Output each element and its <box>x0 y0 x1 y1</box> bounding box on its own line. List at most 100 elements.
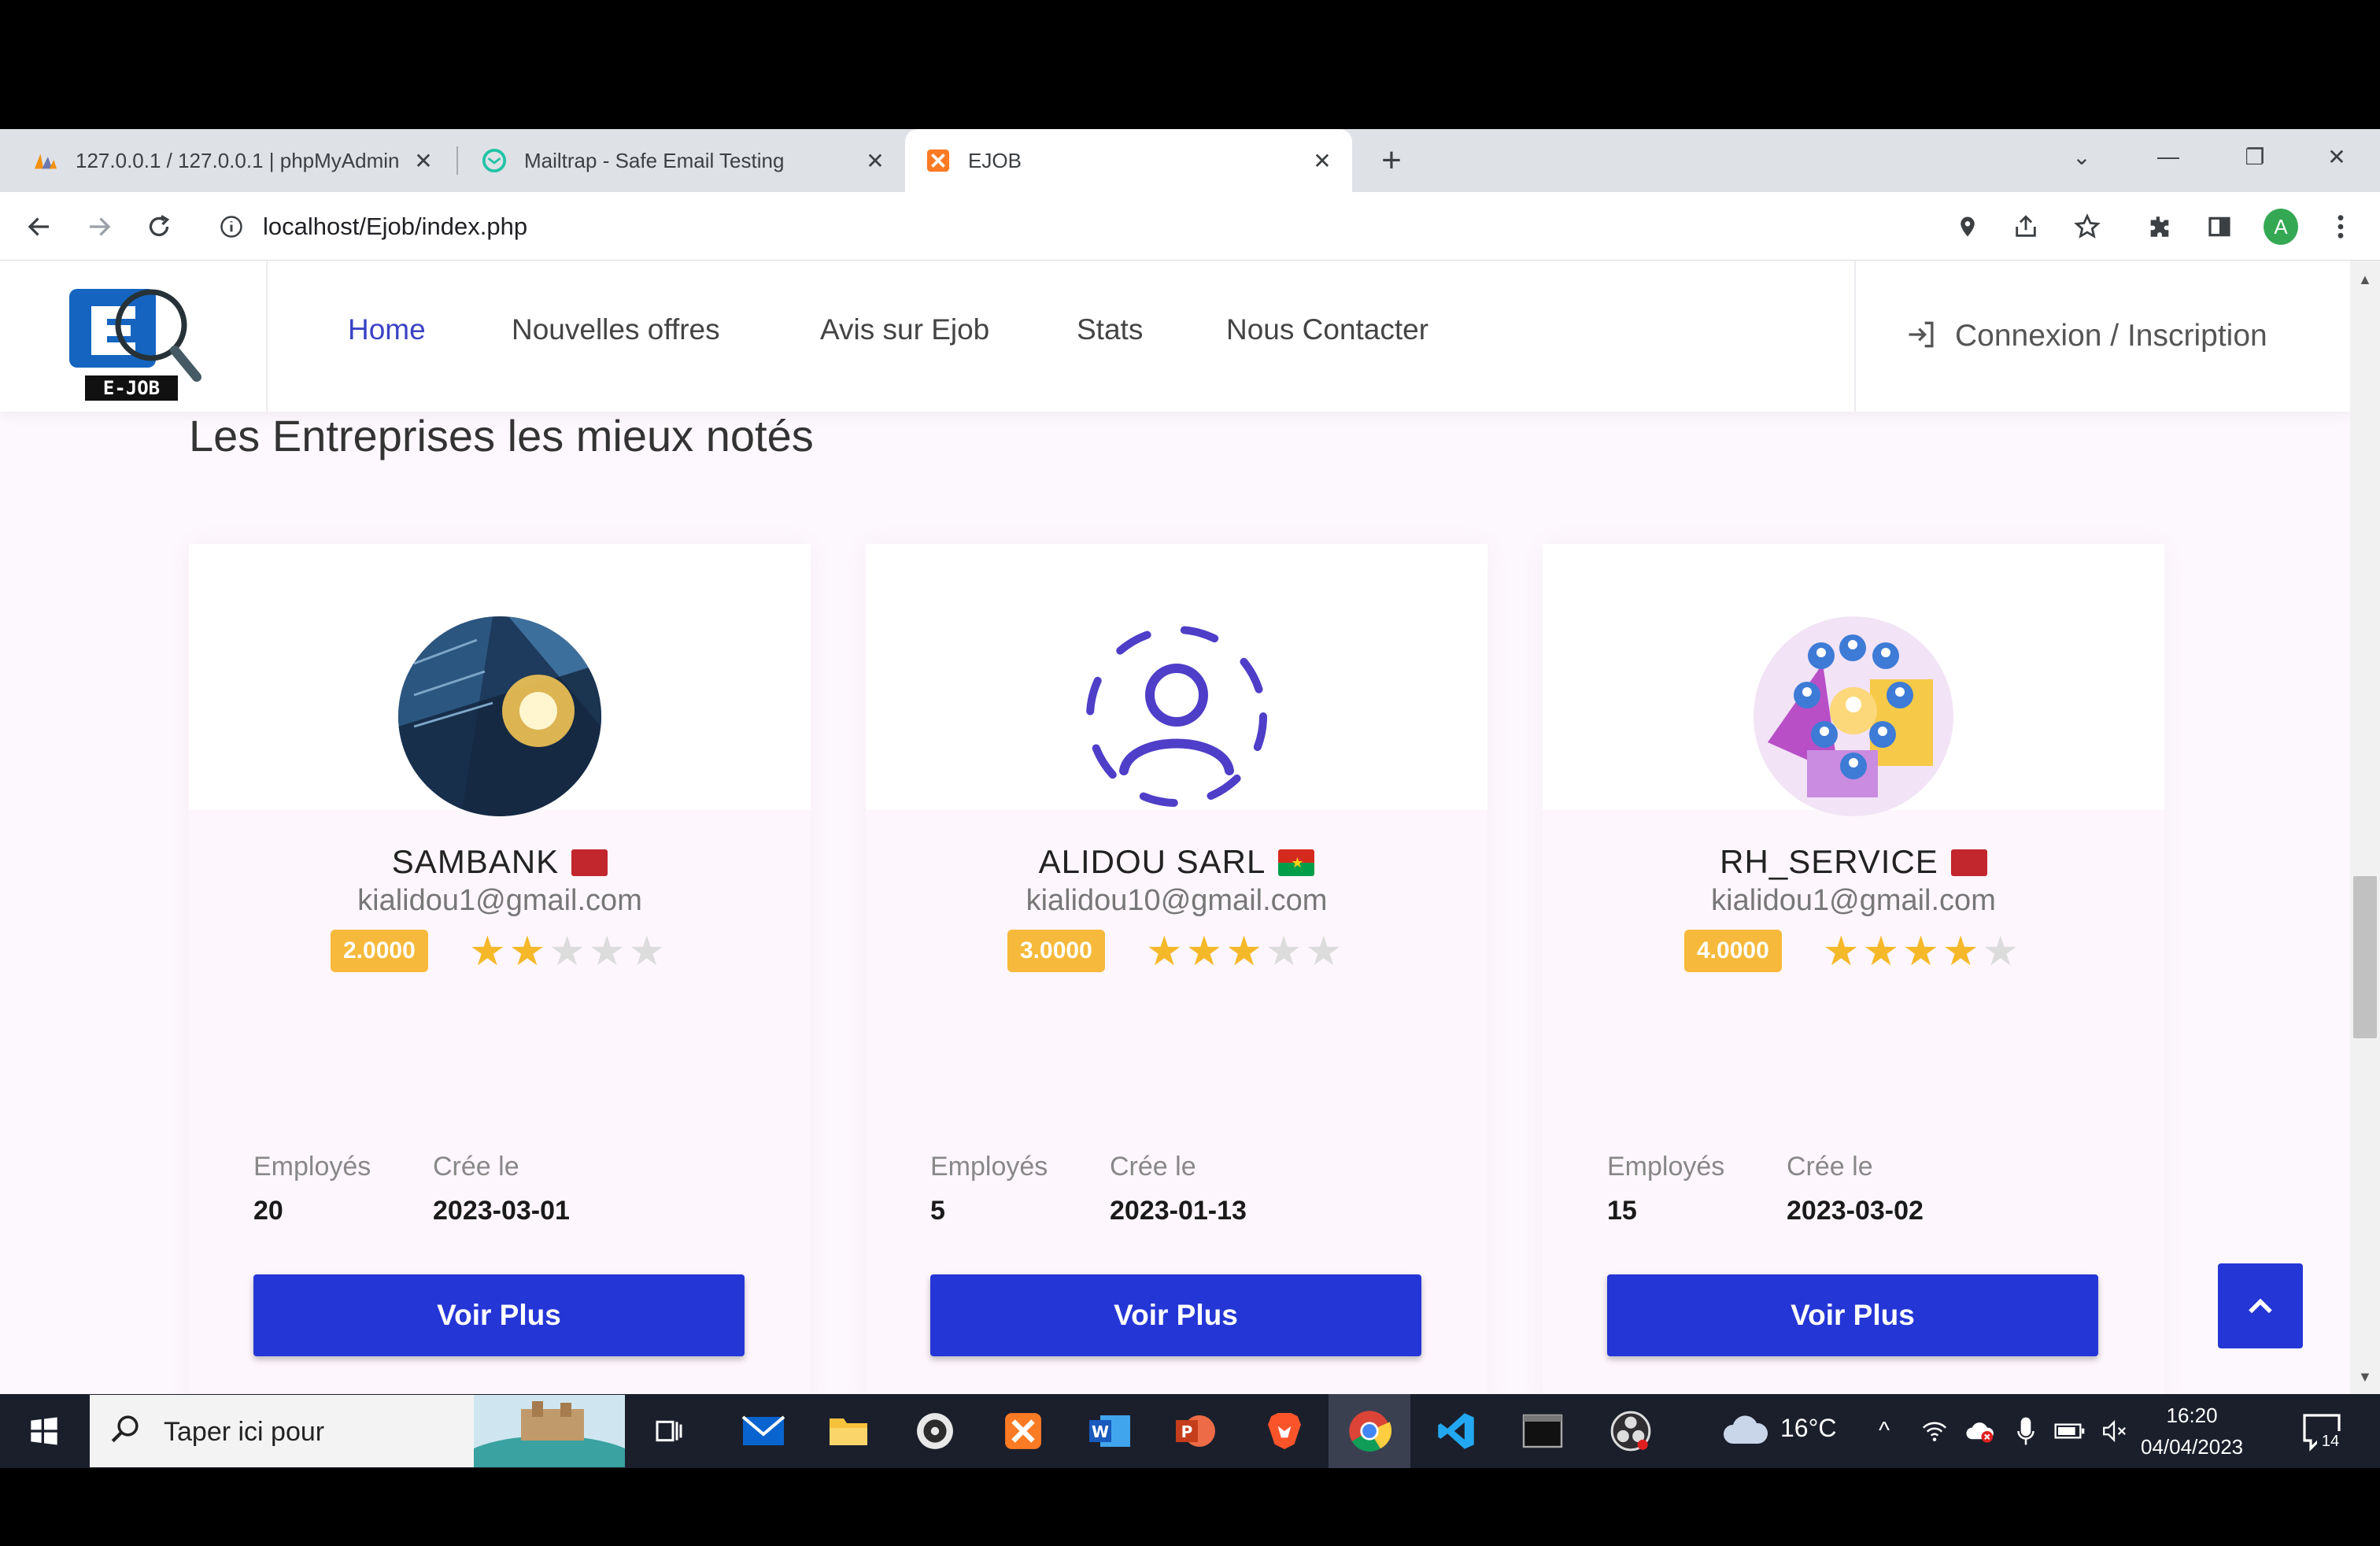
nav-avis-sur-ejob[interactable]: Avis sur Ejob <box>820 309 989 350</box>
default-user-avatar <box>1075 616 1278 816</box>
star-rating: ★★★★★ <box>1146 928 1345 975</box>
word-icon[interactable]: W <box>1085 1406 1135 1456</box>
taskbar-clock[interactable]: 16:20 04/04/2023 <box>2141 1400 2243 1463</box>
voir-plus-button[interactable]: Voir Plus <box>1607 1274 2098 1356</box>
navbar-divider <box>1854 261 1856 412</box>
obs-studio-icon[interactable] <box>1606 1406 1656 1456</box>
created-label: Crée le <box>433 1152 519 1182</box>
scroll-up-arrow-icon[interactable]: ▲ <box>2358 272 2372 288</box>
employees-count: 5 <box>930 1196 945 1226</box>
weather-cloud-icon <box>1720 1412 1769 1447</box>
company-name: ALIDOU SARL ★ <box>866 843 1488 881</box>
share-icon[interactable] <box>2009 209 2043 244</box>
terminal-icon[interactable] <box>1517 1406 1568 1456</box>
star-filled-icon: ★ <box>1185 929 1226 975</box>
brave-browser-icon[interactable] <box>1259 1406 1310 1456</box>
svg-text:W: W <box>1092 1422 1109 1441</box>
close-tab-icon[interactable]: ✕ <box>1306 145 1338 176</box>
scroll-down-arrow-icon[interactable]: ▼ <box>2358 1369 2372 1385</box>
minimize-icon[interactable]: — <box>2125 129 2212 184</box>
company-name-text: ALIDOU SARL <box>1038 843 1266 880</box>
task-view-icon[interactable] <box>644 1406 694 1456</box>
windows-start-icon[interactable] <box>19 1406 69 1456</box>
bookmark-star-icon[interactable] <box>2070 209 2105 244</box>
mail-app-icon[interactable] <box>738 1406 789 1456</box>
company-card: ALIDOU SARL ★ kialidou10@gmail.com 3.0000… <box>866 544 1488 1394</box>
reload-icon[interactable] <box>142 209 176 244</box>
restore-icon[interactable]: ❐ <box>2212 129 2298 184</box>
site-info-icon[interactable] <box>217 209 246 244</box>
side-panel-icon[interactable] <box>2202 209 2237 244</box>
microphone-icon[interactable] <box>2010 1406 2042 1456</box>
address-bar[interactable]: localhost/Ejob/index.php <box>263 209 527 244</box>
wifi-icon[interactable] <box>1917 1406 1952 1456</box>
clock-time: 16:20 <box>2166 1404 2218 1427</box>
nav-home[interactable]: Home <box>348 309 426 350</box>
site-navbar: E-JOB Home Nouvelles offres Avis sur Ejo… <box>0 261 2350 412</box>
voir-plus-button[interactable]: Voir Plus <box>930 1274 1421 1356</box>
rating-badge: 4.0000 <box>1684 930 1782 972</box>
nav-nouvelles-offres[interactable]: Nouvelles offres <box>512 309 720 350</box>
vscode-icon[interactable] <box>1431 1406 1481 1456</box>
login-register-link[interactable]: Connexion / Inscription <box>1955 316 2267 357</box>
login-icon <box>1905 317 1939 352</box>
profile-initial: A <box>2264 209 2298 245</box>
file-explorer-icon[interactable] <box>823 1406 874 1456</box>
burkina-faso-flag-icon: ★ <box>1278 849 1315 876</box>
extensions-puzzle-icon[interactable] <box>2142 209 2177 244</box>
page-scrollbar[interactable]: ▲ ▼ <box>2350 261 2380 1394</box>
notification-count: 14 <box>2317 1431 2344 1452</box>
company-card: RH_SERVICE kialidou1@gmail.com 4.0000 ★★… <box>1543 544 2164 1394</box>
scrollbar-thumb[interactable] <box>2353 876 2377 1038</box>
tab-search-chevron-icon[interactable]: ⌄ <box>2038 129 2125 184</box>
site-logo[interactable]: E-JOB <box>63 275 205 405</box>
page-viewport: E-JOB Home Nouvelles offres Avis sur Ejo… <box>0 261 2350 1394</box>
mailtrap-icon <box>482 148 507 173</box>
tab-title: 127.0.0.1 / 127.0.0.1 | phpMyAdmin <box>76 148 400 172</box>
battery-icon[interactable] <box>2053 1406 2087 1456</box>
scroll-to-top-button[interactable] <box>2218 1263 2303 1348</box>
company-photo <box>1752 616 1955 816</box>
star-filled-icon: ★ <box>1942 929 1983 975</box>
company-photo <box>398 616 601 816</box>
employees-count: 15 <box>1607 1196 1637 1226</box>
browser-menu-icon[interactable] <box>2323 209 2358 244</box>
tab-title: EJOB <box>968 148 1022 172</box>
created-date: 2023-03-02 <box>1787 1196 1924 1226</box>
location-pin-icon[interactable] <box>1950 209 1985 244</box>
tray-chevron-up-icon[interactable]: ^ <box>1868 1406 1900 1456</box>
notification-center-icon[interactable]: 14 <box>2300 1411 2344 1452</box>
morocco-flag-icon <box>571 849 608 876</box>
close-window-icon[interactable]: ✕ <box>2293 129 2380 184</box>
chevron-up-icon <box>2249 1298 2272 1314</box>
voir-plus-button[interactable]: Voir Plus <box>253 1274 745 1356</box>
volume-muted-icon[interactable] <box>2097 1406 2131 1456</box>
forward-arrow-icon[interactable] <box>82 209 116 244</box>
close-tab-icon[interactable]: ✕ <box>408 145 439 176</box>
chrome-icon[interactable] <box>1344 1406 1395 1456</box>
weather-temperature[interactable]: 16°C <box>1780 1414 1837 1443</box>
cloud-sync-error-icon[interactable] <box>1963 1406 1998 1456</box>
nav-nous-contacter[interactable]: Nous Contacter <box>1226 309 1428 350</box>
tab-ejob[interactable]: EJOB ✕ <box>905 129 1352 192</box>
new-tab-plus-icon[interactable]: + <box>1374 143 1409 178</box>
profile-avatar[interactable]: A <box>2264 209 2298 245</box>
powerpoint-icon[interactable]: P <box>1171 1406 1221 1456</box>
star-filled-icon: ★ <box>1225 929 1266 975</box>
tab-title: Mailtrap - Safe Email Testing <box>524 148 785 172</box>
back-arrow-icon[interactable] <box>22 209 57 244</box>
tab-phpmyadmin[interactable]: 127.0.0.1 / 127.0.0.1 | phpMyAdmin ✕ <box>0 129 453 192</box>
search-highlight-illustration <box>474 1395 625 1467</box>
xampp-icon <box>926 148 951 173</box>
star-empty-icon: ★ <box>549 929 589 975</box>
star-rating: ★★★★★ <box>1823 928 2022 975</box>
employees-label: Employés <box>253 1152 371 1182</box>
close-tab-icon[interactable]: ✕ <box>859 145 891 176</box>
xampp-taskbar-icon[interactable] <box>998 1406 1048 1456</box>
media-player-icon[interactable] <box>910 1406 960 1456</box>
tab-mailtrap[interactable]: Mailtrap - Safe Email Testing ✕ <box>458 129 905 192</box>
nav-stats[interactable]: Stats <box>1077 309 1143 350</box>
star-filled-icon: ★ <box>1146 929 1186 975</box>
taskbar-search-placeholder: Taper ici pour <box>164 1417 325 1447</box>
employees-label: Employés <box>930 1152 1048 1182</box>
